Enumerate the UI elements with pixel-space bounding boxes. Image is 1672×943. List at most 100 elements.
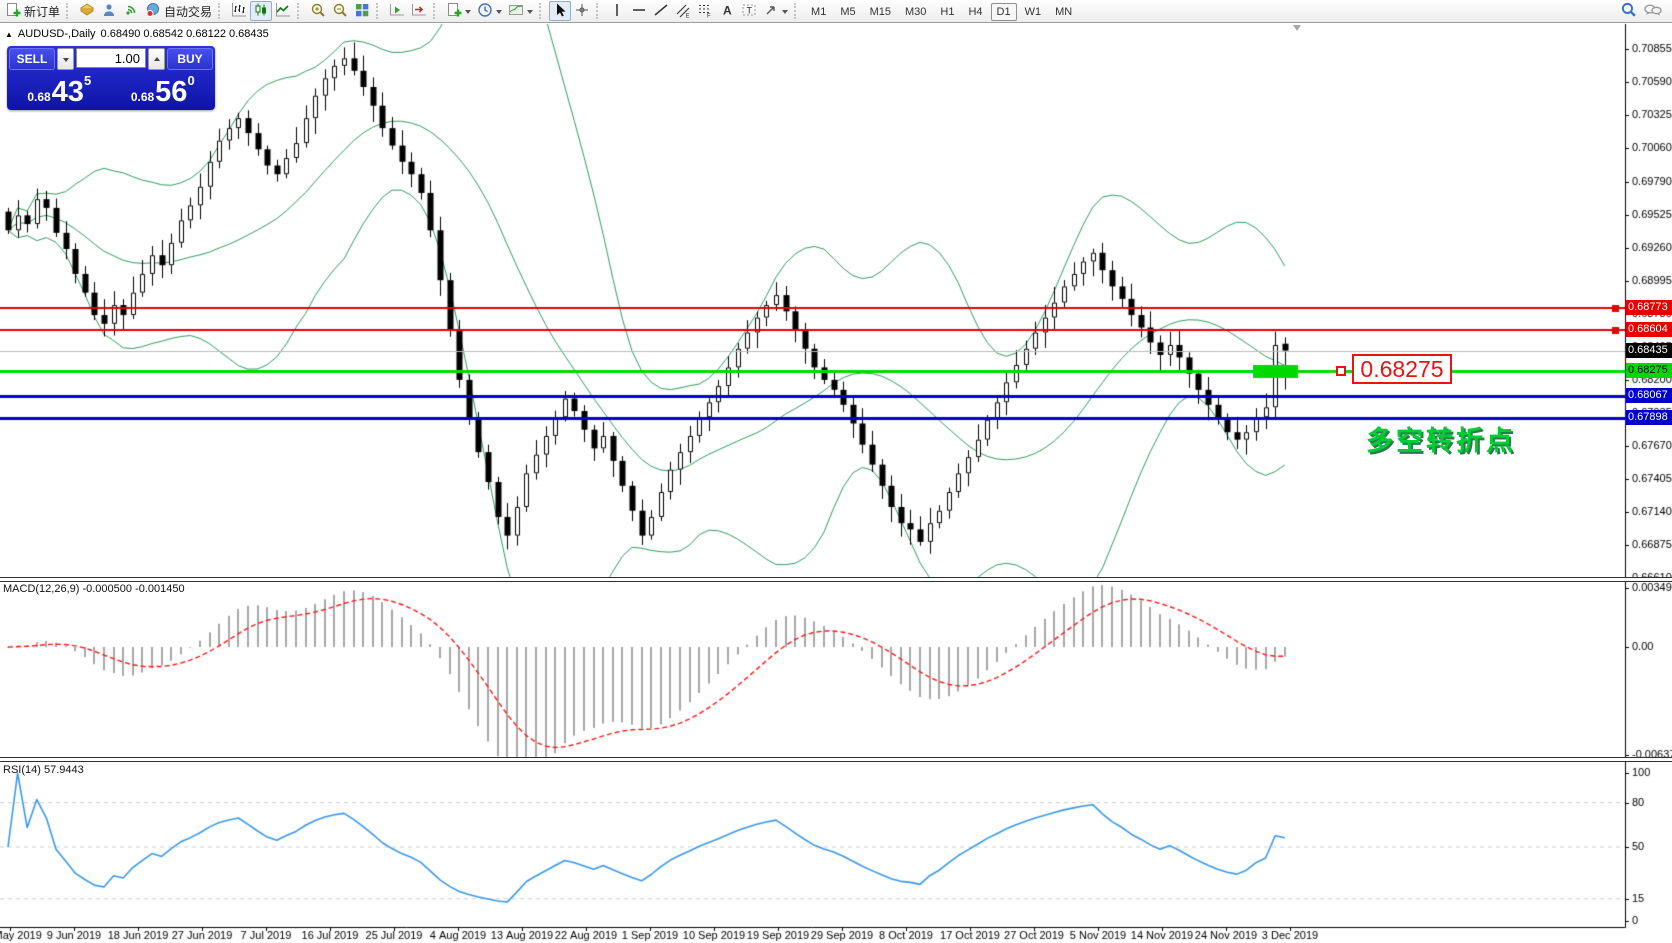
channel-icon: E	[675, 2, 691, 21]
timeframe-m1[interactable]: M1	[805, 3, 832, 21]
indicators-button[interactable]	[443, 1, 474, 21]
chat-icon	[1643, 2, 1663, 21]
candle-chart-button[interactable]	[250, 1, 272, 21]
cursor-button[interactable]	[549, 1, 571, 21]
trendline-button[interactable]	[650, 1, 672, 21]
timeframe-m30[interactable]: M30	[899, 3, 932, 21]
tile-windows-icon	[354, 2, 370, 21]
pivot-annotation[interactable]: 多空转折点	[1366, 419, 1516, 458]
svg-text:E: E	[686, 13, 690, 18]
sell-button[interactable]: SELL	[9, 48, 55, 70]
periods-button[interactable]	[474, 1, 505, 21]
sell-price[interactable]: 0.68 43 5	[9, 72, 110, 108]
candles-icon	[253, 2, 269, 21]
shapes-icon	[763, 2, 779, 21]
buy-price-base: 0.68	[131, 87, 154, 107]
buy-price-pip: 0	[187, 73, 194, 88]
collapse-triangle-icon[interactable]: ▲	[5, 30, 13, 39]
chart-shift-marker[interactable]	[1293, 25, 1301, 31]
trade-panel-prices: 0.68 43 5 0.68 56 0	[9, 72, 213, 108]
rsi-label: RSI(14) 57.9443	[3, 764, 84, 776]
macd-pane-divider[interactable]	[0, 577, 1672, 582]
label-icon: T	[741, 2, 757, 21]
separator	[376, 3, 382, 19]
timeframe-m5[interactable]: M5	[834, 3, 861, 21]
volume-input[interactable]	[76, 48, 146, 68]
buy-price-big: 56	[155, 78, 187, 107]
auto-scroll-icon	[389, 2, 405, 21]
autotrade-icon	[145, 2, 161, 21]
price-annotation-box[interactable]: 0.68275	[1352, 354, 1452, 384]
bar-chart-button[interactable]	[228, 1, 250, 21]
text-icon: A	[719, 2, 735, 21]
buy-price[interactable]: 0.68 56 0	[113, 72, 214, 108]
dropdown-caret	[465, 10, 471, 17]
horizontal-line-button[interactable]	[628, 1, 650, 21]
dropdown-caret	[496, 10, 502, 17]
indicators-icon	[446, 2, 462, 21]
vertical-line-button[interactable]	[606, 1, 628, 21]
autotrade-button[interactable]: 自动交易	[142, 1, 215, 21]
autotrade-label: 自动交易	[164, 3, 212, 20]
zoom-out-icon	[332, 2, 348, 21]
svg-text:F: F	[707, 13, 711, 18]
book-icon	[79, 2, 95, 21]
line-chart-icon	[275, 2, 291, 21]
price-level-badge: 0.67898	[1626, 410, 1672, 425]
signal-icon	[123, 2, 139, 21]
mt4-window: 新订单 自动交易 E F A T	[0, 0, 1672, 943]
channel-button[interactable]: E	[672, 1, 694, 21]
macd-label: MACD(12,26,9) -0.000500 -0.001450	[3, 583, 185, 595]
annotation-anchor[interactable]	[1336, 366, 1346, 376]
timeframe-m15[interactable]: M15	[864, 3, 897, 21]
caret-up-icon	[154, 54, 160, 61]
fibonacci-button[interactable]: F	[694, 1, 716, 21]
tile-windows-button[interactable]	[351, 1, 373, 21]
text-button[interactable]: A	[716, 1, 738, 21]
auto-scroll-button[interactable]	[386, 1, 408, 21]
volume-decrease-button[interactable]	[57, 48, 74, 70]
toolbar-right	[1617, 1, 1666, 21]
buy-button[interactable]: BUY	[167, 48, 213, 70]
zoom-out-button[interactable]	[329, 1, 351, 21]
price-level-badge: 0.68275	[1626, 363, 1672, 378]
crosshair-button[interactable]	[571, 1, 593, 21]
timeframe-w1[interactable]: W1	[1019, 3, 1048, 21]
label-button[interactable]: T	[738, 1, 760, 21]
shapes-button[interactable]	[760, 1, 791, 21]
crosshair-icon	[574, 2, 590, 21]
separator	[539, 3, 545, 19]
separator	[794, 3, 800, 19]
dropdown-caret	[782, 10, 788, 17]
svg-text:T: T	[747, 5, 753, 15]
community-button[interactable]	[98, 1, 120, 21]
new-order-button[interactable]: 新订单	[2, 1, 63, 21]
template-icon	[508, 2, 524, 21]
new-order-label: 新订单	[24, 3, 60, 20]
sell-price-base: 0.68	[27, 87, 50, 107]
separator	[596, 3, 602, 19]
chart-shift-icon	[411, 2, 427, 21]
timeframe-h1[interactable]: H1	[934, 3, 960, 21]
signals-button[interactable]	[120, 1, 142, 21]
market-watch-button[interactable]	[76, 1, 98, 21]
chart-shift-button[interactable]	[408, 1, 430, 21]
chart-canvas[interactable]	[0, 0, 1672, 943]
timeframe-mn[interactable]: MN	[1049, 3, 1078, 21]
svg-text:A: A	[723, 3, 732, 17]
templates-button[interactable]	[505, 1, 536, 21]
timeframe-group: M1M5M15M30H1H4D1W1MN	[804, 4, 1079, 18]
search-button[interactable]	[1617, 1, 1640, 21]
new-order-icon	[5, 2, 21, 21]
line-chart-button[interactable]	[272, 1, 294, 21]
rsi-pane-divider[interactable]	[0, 757, 1672, 762]
volume-increase-button[interactable]	[148, 48, 165, 70]
chat-button[interactable]	[1640, 1, 1666, 21]
zoom-in-button[interactable]	[307, 1, 329, 21]
one-click-trading-panel: SELL BUY 0.68 43 5 0.68 56 0	[7, 46, 215, 110]
dropdown-caret	[527, 10, 533, 17]
current-price-badge: 0.68435	[1626, 343, 1672, 358]
timeframe-d1[interactable]: D1	[991, 3, 1017, 21]
toolbar: 新订单 自动交易 E F A T	[0, 0, 1672, 23]
timeframe-h4[interactable]: H4	[962, 3, 988, 21]
